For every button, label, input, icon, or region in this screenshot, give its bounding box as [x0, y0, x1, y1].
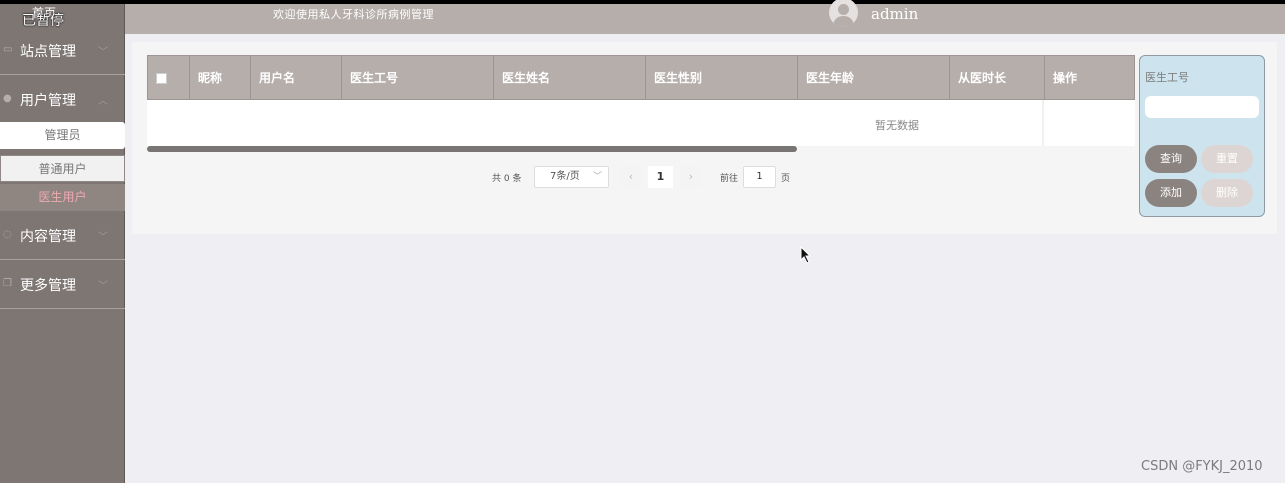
fixed-column-divider	[1042, 100, 1044, 146]
add-button[interactable]: 添加	[1145, 179, 1197, 207]
username-label[interactable]: admin	[871, 5, 918, 23]
chevron-right-icon: ›	[688, 170, 694, 183]
chevron-left-icon: ‹	[628, 170, 634, 183]
column-header-username[interactable]: 用户名	[251, 56, 342, 101]
goto-page-input[interactable]: 1	[743, 166, 776, 188]
menu-group-label: 内容管理	[20, 229, 76, 245]
sidebar-item-admin[interactable]: 管理员	[0, 122, 125, 149]
menu-group-users[interactable]: ● 用户管理 ︿	[0, 76, 125, 124]
search-field-label: 医生工号	[1145, 71, 1189, 84]
prev-page-button[interactable]: ‹	[620, 166, 642, 188]
empty-state-text: 暂无数据	[875, 119, 919, 132]
sidebar-item-doctor-user[interactable]: 医生用户	[0, 184, 125, 211]
copy-icon: ❐	[3, 278, 12, 289]
table-header: 昵称 用户名 医生工号 医生姓名 医生性别 医生年龄 从医时长 操作	[147, 55, 1135, 101]
menu-group-label: 站点管理	[20, 44, 76, 60]
pagination-total: 共 0 条	[492, 174, 522, 184]
top-header: 欢迎使用私人牙科诊所病例管理 admin	[125, 0, 1285, 34]
menu-group-site[interactable]: ▭ 站点管理 ﹀	[0, 27, 125, 75]
table-body: 暂无数据	[147, 100, 1135, 146]
delete-button[interactable]: 删除	[1201, 179, 1253, 207]
page-size-value: 7条/页	[550, 171, 580, 182]
avatar-head	[838, 4, 849, 15]
query-button[interactable]: 查询	[1145, 145, 1197, 173]
watermark: CSDN @FYKJ_2010	[1141, 459, 1263, 474]
column-header-actions: 操作	[1053, 71, 1078, 85]
sidebar-item-normal-user[interactable]: 普通用户	[0, 155, 125, 182]
column-header-doctor-gender[interactable]: 医生性别	[646, 56, 798, 101]
doctor-id-search-input[interactable]	[1145, 96, 1259, 118]
mouse-pointer-icon	[800, 246, 812, 264]
avatar-body	[833, 16, 854, 27]
menu-group-content[interactable]: ◌ 内容管理 ﹀	[0, 212, 125, 260]
chevron-down-icon: ﹀	[592, 172, 602, 182]
monitor-icon: ▭	[3, 44, 13, 55]
column-header-doctor-age[interactable]: 医生年龄	[798, 56, 950, 101]
page-size-select[interactable]: 7条/页 ﹀	[534, 166, 609, 188]
menu-group-label: 用户管理	[20, 93, 76, 109]
column-header-practice-years[interactable]: 从医时长	[950, 56, 1045, 101]
user-icon: ●	[3, 93, 12, 104]
avatar[interactable]	[829, 0, 858, 27]
horizontal-scrollbar[interactable]	[147, 146, 797, 152]
sidebar: 首页 已暂停 ▭ 站点管理 ﹀ ● 用户管理 ︿ 管理员 普通用户 医生用户 ◌…	[0, 4, 125, 483]
chevron-down-icon: ﹀	[98, 232, 108, 243]
current-page-number[interactable]: 1	[648, 166, 673, 188]
chevron-up-icon: ︿	[98, 96, 108, 107]
goto-label: 前往	[720, 174, 739, 184]
select-all-cell	[148, 56, 190, 101]
column-header-doctor-name[interactable]: 医生姓名	[494, 56, 646, 101]
menu-group-more[interactable]: ❐ 更多管理 ﹀	[0, 261, 125, 309]
next-page-button[interactable]: ›	[680, 166, 702, 188]
chevron-down-icon: ﹀	[98, 281, 108, 292]
reset-button[interactable]: 重置	[1201, 145, 1253, 173]
column-header-doctor-id[interactable]: 医生工号	[342, 56, 494, 101]
page-suffix-label: 页	[781, 174, 791, 184]
chat-icon: ◌	[3, 229, 12, 240]
menu-group-label: 更多管理	[20, 278, 76, 294]
select-all-checkbox[interactable]	[156, 73, 167, 84]
welcome-text: 欢迎使用私人牙科诊所病例管理	[273, 8, 434, 21]
chevron-down-icon: ﹀	[98, 47, 108, 58]
search-panel: 医生工号 查询 重置 添加 删除	[1139, 55, 1265, 217]
column-header-nickname[interactable]: 昵称	[190, 56, 251, 101]
